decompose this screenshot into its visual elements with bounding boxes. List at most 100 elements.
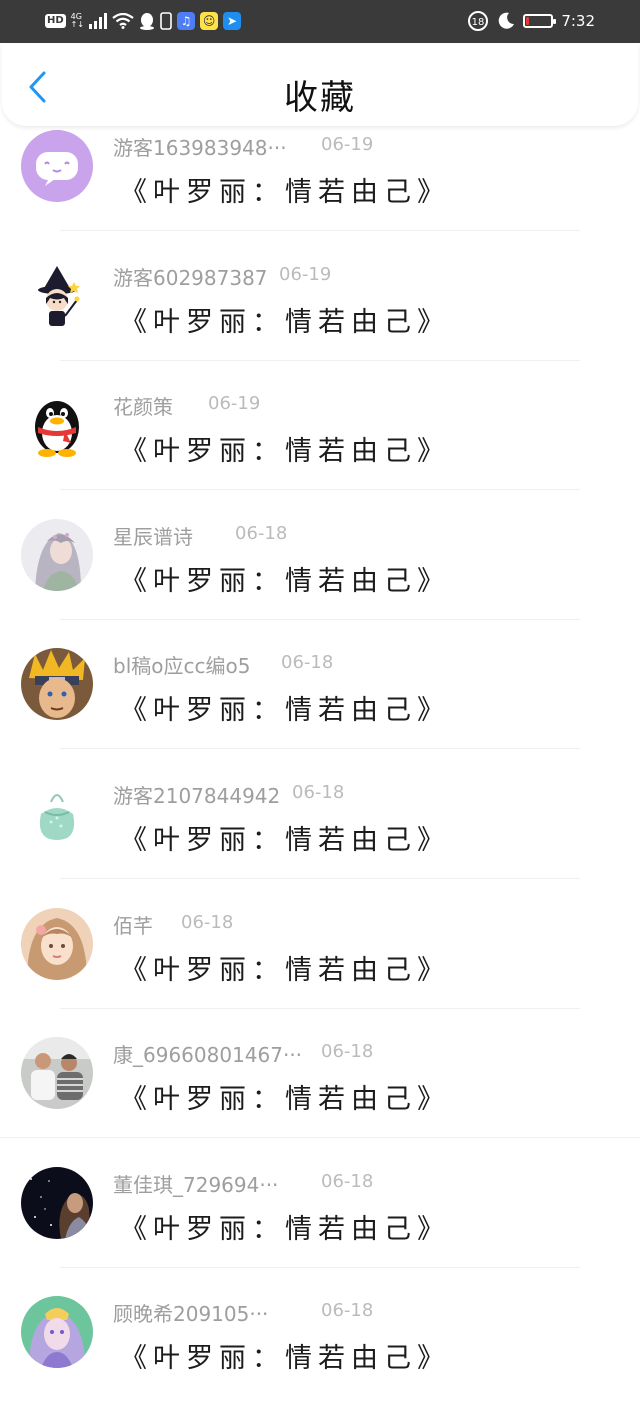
phone-icon: [160, 12, 172, 30]
clock: 7:32: [561, 12, 595, 30]
network-arrows: ↑↓: [70, 20, 85, 29]
divider: [60, 230, 580, 231]
favorite-item[interactable]: 花颜策 06-19 《叶罗丽：情若由己》: [0, 389, 640, 519]
date: 06-18: [292, 781, 345, 803]
username[interactable]: 花颜策: [113, 391, 173, 420]
work-title[interactable]: 《叶罗丽：情若由己》: [120, 1077, 450, 1116]
favorite-item[interactable]: 游客602987387 06-19 《叶罗丽：情若由己》: [0, 259, 640, 390]
chat-bubble-avatar-icon: [21, 130, 93, 202]
signal-icon: [89, 13, 108, 29]
battery-icon: [523, 14, 557, 28]
item-meta: 顾晚希209105··· 06-18: [113, 1298, 533, 1327]
avatar[interactable]: [21, 518, 93, 591]
status-bar-right: 18 7:32: [467, 10, 595, 32]
date: 06-19: [321, 134, 374, 155]
night-sky-avatar-icon: [21, 1166, 93, 1239]
divider: [60, 748, 580, 750]
work-title[interactable]: 《叶罗丽：情若由己》: [120, 1336, 450, 1375]
date: 06-18: [321, 1170, 374, 1192]
item-meta: 佰芊 06-18: [113, 910, 533, 939]
date: 06-18: [235, 522, 288, 544]
date: 06-18: [281, 652, 334, 674]
favorite-item[interactable]: 星辰谱诗 06-18 《叶罗丽：情若由己》: [0, 518, 640, 649]
date: 06-18: [321, 1041, 374, 1063]
painted-girl-avatar-icon: [21, 907, 93, 980]
witch-avatar-icon: [38, 265, 80, 326]
work-title[interactable]: 《叶罗丽：情若由己》: [120, 559, 450, 598]
favorites-list: 游客163983948··· 06-19 《叶罗丽：情若由己》 游客602987…: [0, 130, 640, 1426]
qq-icon: [140, 13, 155, 30]
avatar[interactable]: [21, 1296, 93, 1369]
avatar[interactable]: [21, 907, 93, 980]
bag-avatar-icon: [39, 794, 75, 840]
divider: [60, 359, 580, 361]
moon-icon: [499, 12, 515, 29]
favorite-item[interactable]: 佰芊 06-18 《叶罗丽：情若由己》: [0, 907, 640, 1038]
avatar[interactable]: [21, 777, 93, 850]
status-bar: HD 4G ↑↓ ♫ ☺ ➤ 18 7:32: [0, 0, 640, 43]
work-title[interactable]: 《叶罗丽：情若由己》: [120, 170, 450, 209]
penguin-avatar-icon: [35, 401, 79, 458]
username[interactable]: 顾晚希209105···: [113, 1298, 268, 1327]
favorite-item[interactable]: 游客2107844942 06-18 《叶罗丽：情若由己》: [0, 777, 640, 908]
username[interactable]: 游客602987387: [113, 262, 268, 291]
header: 收藏: [2, 44, 638, 126]
favorite-item[interactable]: 游客163983948··· 06-19 《叶罗丽：情若由己》: [0, 130, 640, 260]
item-meta: bl稿o应cc编o5 06-18: [113, 650, 533, 679]
username[interactable]: 佰芊: [113, 910, 153, 939]
divider: [60, 1266, 580, 1268]
work-title[interactable]: 《叶罗丽：情若由己》: [120, 1207, 450, 1246]
divider: [60, 489, 580, 491]
date: 06-19: [208, 393, 261, 415]
date: 06-18: [321, 1300, 374, 1322]
username[interactable]: 董佳琪_729694···: [113, 1169, 278, 1198]
fairy-avatar-icon: [21, 1296, 93, 1369]
username[interactable]: bl稿o应cc编o5: [113, 650, 250, 679]
photo-avatar-icon: [21, 1037, 93, 1110]
avatar[interactable]: [21, 130, 93, 202]
avatar[interactable]: [21, 389, 93, 462]
avatar[interactable]: [21, 1166, 93, 1239]
favorite-item[interactable]: 董佳琪_729694··· 06-18 《叶罗丽：情若由己》: [0, 1166, 640, 1297]
item-meta: 董佳琪_729694··· 06-18: [113, 1169, 533, 1198]
work-title[interactable]: 《叶罗丽：情若由己》: [120, 948, 450, 987]
username[interactable]: 星辰谱诗: [113, 521, 193, 550]
emoji-app-icon: ☺: [200, 12, 219, 30]
status-bar-left: HD 4G ↑↓ ♫ ☺ ➤: [45, 10, 242, 32]
wifi-icon: [112, 13, 134, 29]
favorite-item[interactable]: 康_69660801467··· 06-18 《叶罗丽：情若由己》: [0, 1037, 640, 1167]
network-indicator: 4G ↑↓: [71, 13, 84, 29]
work-title[interactable]: 《叶罗丽：情若由己》: [120, 429, 450, 468]
svg-text:18: 18: [472, 17, 485, 28]
avatar[interactable]: [21, 1037, 93, 1110]
date: 06-18: [181, 911, 234, 933]
divider: [60, 1007, 580, 1009]
username[interactable]: 康_69660801467···: [113, 1039, 302, 1068]
music-app-icon: ♫: [177, 12, 196, 30]
eye-comfort-icon: 18: [468, 11, 489, 31]
item-meta: 花颜策 06-19: [113, 391, 533, 420]
work-title[interactable]: 《叶罗丽：情若由己》: [120, 688, 450, 727]
username[interactable]: 游客163983948···: [113, 132, 287, 161]
divider: [0, 1137, 640, 1139]
anime-girl-avatar-icon: [21, 518, 93, 591]
hd-badge: HD: [45, 14, 66, 28]
divider: [60, 877, 580, 879]
page-title: 收藏: [284, 78, 356, 118]
item-meta: 康_69660801467··· 06-18: [113, 1039, 533, 1068]
item-meta: 游客2107844942 06-18: [113, 780, 533, 809]
divider: [60, 618, 580, 620]
work-title[interactable]: 《叶罗丽：情若由己》: [120, 818, 450, 857]
favorite-item[interactable]: 顾晚希209105··· 06-18 《叶罗丽：情若由己》: [0, 1296, 640, 1426]
avatar[interactable]: [21, 259, 93, 332]
map-app-icon: ➤: [223, 12, 242, 30]
item-meta: 星辰谱诗 06-18: [113, 521, 533, 550]
favorite-item[interactable]: bl稿o应cc编o5 06-18 《叶罗丽：情若由己》: [0, 648, 640, 778]
naruto-avatar-icon: [21, 648, 93, 721]
item-meta: 游客163983948··· 06-19: [113, 132, 533, 161]
avatar[interactable]: [21, 648, 93, 721]
battery-level: [526, 17, 530, 25]
item-meta: 游客602987387 06-19: [113, 262, 533, 291]
username[interactable]: 游客2107844942: [113, 780, 280, 809]
work-title[interactable]: 《叶罗丽：情若由己》: [120, 300, 450, 339]
